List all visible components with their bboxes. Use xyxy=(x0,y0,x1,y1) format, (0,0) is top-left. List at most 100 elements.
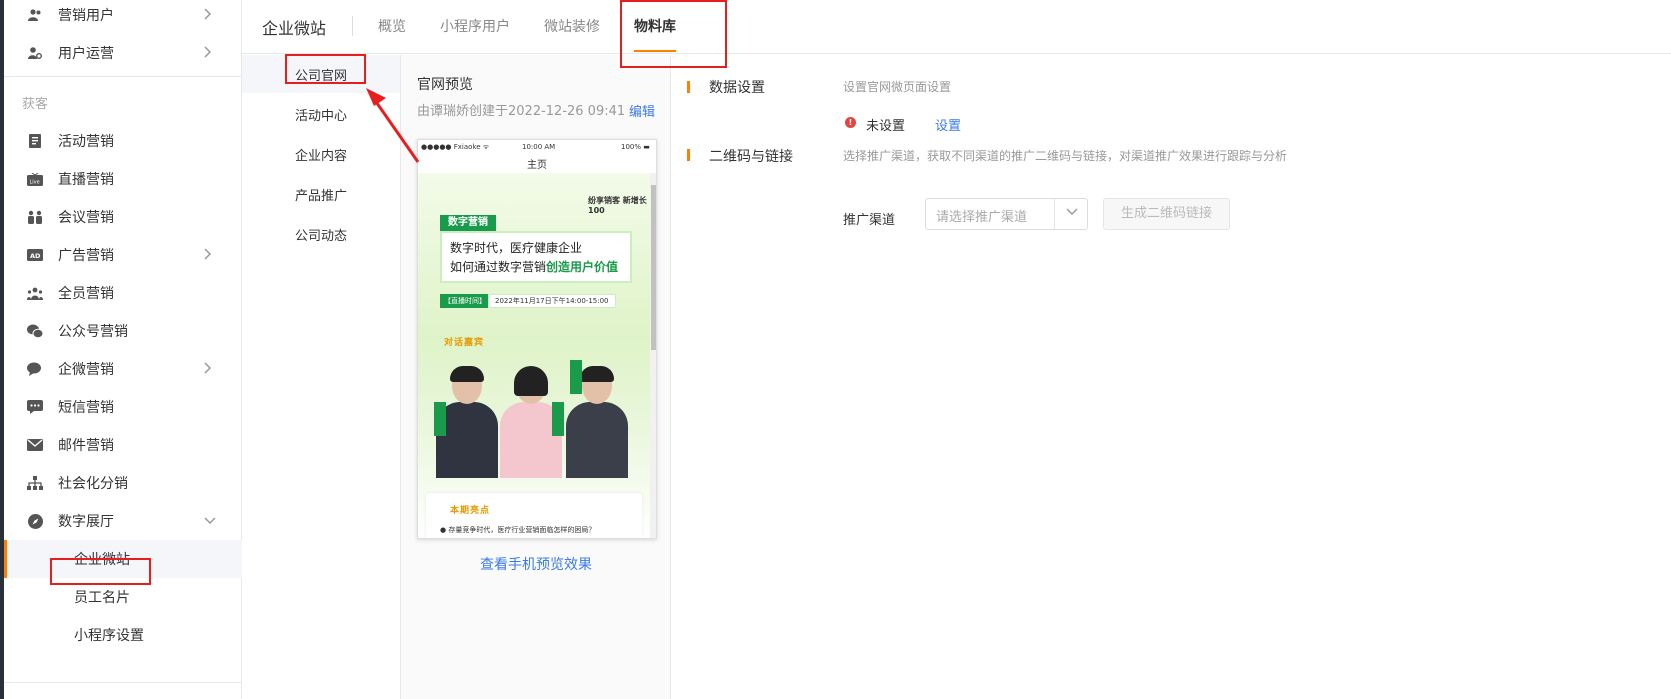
poster-headline: 数字时代，医疗健康企业 如何通过数字营销创造用户价值 xyxy=(440,231,632,283)
preview-title: 官网预览 xyxy=(417,77,473,93)
sidebar-item-label: 数字展厅 xyxy=(58,514,114,530)
guest-tag xyxy=(552,402,564,436)
select-divider xyxy=(1054,199,1055,229)
preview-panel: 官网预览 由谭瑞娇创建于2022-12-26 09:41 编辑 ●●●●● Fx… xyxy=(401,55,671,699)
svg-text:Live: Live xyxy=(30,179,40,185)
team-icon xyxy=(26,284,44,302)
guest-portrait xyxy=(566,360,628,478)
phone-status-bar: ●●●●● Fxiaoke ᯤ 10:00 AM 100% ▬ xyxy=(418,140,656,154)
status-time: 10:00 AM xyxy=(522,143,556,151)
headline-highlight: 创造用户价值 xyxy=(546,260,619,274)
live-tv-icon: Live xyxy=(26,170,44,188)
sidebar-item-distribution[interactable]: 社会化分销 xyxy=(4,464,242,502)
sidebar-item-wecom[interactable]: 企微营销 xyxy=(4,350,242,388)
sidebar-item-label: 会议营销 xyxy=(58,210,114,226)
tab-miniprogram-users[interactable]: 小程序用户 xyxy=(440,16,510,36)
sidebar-item-marketing-users[interactable]: 营销用户 xyxy=(4,0,242,34)
chevron-right-icon xyxy=(204,45,212,61)
preview-meta: 由谭瑞娇创建于2022-12-26 09:41 xyxy=(417,104,626,119)
status-text: 未设置 xyxy=(866,119,906,134)
highlights-card: 本期亮点 ● 存量竞争时代，医疗行业营销面临怎样的困局？ xyxy=(426,493,642,538)
live-time-text: 2022年11月17日下午14:00-15:00 xyxy=(488,294,616,308)
user-gear-icon xyxy=(26,44,44,62)
sms-icon xyxy=(26,398,44,416)
chevron-right-icon xyxy=(204,361,212,377)
sidebar-sub-item-miniprogram[interactable]: 小程序设置 xyxy=(4,616,242,654)
sidebar-item-digital-hall[interactable]: 数字展厅 xyxy=(4,502,242,540)
sidebar-item-label: 短信营销 xyxy=(58,400,114,416)
users-icon xyxy=(26,6,44,24)
guest-hair xyxy=(580,366,614,382)
poster-badge: 数字营销 xyxy=(440,215,496,231)
sidebar-item-label: 广告营销 xyxy=(58,248,114,264)
sidebar-item-user-ops[interactable]: 用户运营 xyxy=(4,34,242,72)
phone-preview[interactable]: ●●●●● Fxiaoke ᯤ 10:00 AM 100% ▬ 主页 纷享销客 … xyxy=(417,139,657,539)
tab-site-decoration[interactable]: 微站装修 xyxy=(544,16,600,36)
qr-section-desc: 选择推广渠道，获取不同渠道的推广二维码与链接，对渠道推广效果进行跟踪与分析 xyxy=(843,149,1288,163)
channel-placeholder: 请选择推广渠道 xyxy=(936,210,1028,225)
qr-section-title: 二维码与链接 xyxy=(709,149,793,165)
sidebar-item-label: 活动营销 xyxy=(58,134,114,150)
guests-title: 对话嘉宾 xyxy=(444,338,485,348)
highlight-box-micro-site xyxy=(50,558,151,585)
channel-select[interactable]: 请选择推广渠道 xyxy=(925,198,1088,230)
status-carrier: ●●●●● Fxiaoke ᯤ xyxy=(421,143,490,151)
guest-tag xyxy=(434,402,446,436)
sidebar-item-live[interactable]: Live 直播营销 xyxy=(4,160,242,198)
headline-prefix: 如何通过数字营销 xyxy=(450,260,547,274)
highlights-title: 本期亮点 xyxy=(450,506,491,516)
sidebar-sub-item-label: 小程序设置 xyxy=(74,628,144,644)
highlights-item: ● 存量竞争时代，医疗行业营销面临怎样的困局？ xyxy=(440,526,596,534)
chevron-down-icon xyxy=(204,514,216,528)
sidebar-divider xyxy=(4,76,242,77)
org-tree-icon xyxy=(26,474,44,492)
chevron-down-icon xyxy=(1066,205,1078,219)
sidebar-item-activity[interactable]: 活动营销 xyxy=(4,122,242,160)
section-marker xyxy=(687,149,690,161)
sidebar-item-ads[interactable]: AD 广告营销 xyxy=(4,236,242,274)
sidebar-item-official-account[interactable]: 公众号营销 xyxy=(4,312,242,350)
wechat-icon xyxy=(26,322,44,340)
tab-overview[interactable]: 概览 xyxy=(378,16,406,36)
submenu-item-enterprise-content[interactable]: 企业内容 xyxy=(242,135,400,173)
guest-hair xyxy=(450,366,484,382)
channel-label: 推广渠道 xyxy=(843,213,896,228)
set-link[interactable]: 设置 xyxy=(935,115,961,134)
guest-portrait xyxy=(434,366,498,478)
sidebar-item-sms[interactable]: 短信营销 xyxy=(4,388,242,426)
page-title: 企业微站 xyxy=(262,19,327,38)
settings-panel: 数据设置 设置官网微页面设置 ! 未设置 设置 二维码与链接 选择推广渠道，获取… xyxy=(671,55,1671,699)
sidebar-item-meeting[interactable]: 会议营销 xyxy=(4,198,242,236)
chevron-right-icon xyxy=(204,7,212,23)
sidebar-item-email[interactable]: 邮件营销 xyxy=(4,426,242,464)
mail-icon xyxy=(26,436,44,454)
sidebar-divider xyxy=(4,682,242,683)
sidebar-item-all-staff[interactable]: 全员营销 xyxy=(4,274,242,312)
submenu-item-company-news[interactable]: 公司动态 xyxy=(242,215,400,253)
scrollbar-thumb[interactable] xyxy=(651,185,656,350)
sidebar-item-label: 直播营销 xyxy=(58,172,114,188)
title-separator xyxy=(352,16,353,36)
phone-page-title: 主页 xyxy=(527,160,547,171)
svg-text:AD: AD xyxy=(30,252,41,260)
chat-icon xyxy=(26,360,44,378)
sidebar-item-label: 邮件营销 xyxy=(58,438,114,454)
edit-link[interactable]: 编辑 xyxy=(629,101,655,120)
submenu-item-activity-center[interactable]: 活动中心 xyxy=(242,95,400,133)
compass-icon xyxy=(26,512,44,530)
headline-line2: 如何通过数字营销创造用户价值 xyxy=(450,258,622,277)
generate-qr-button[interactable]: 生成二维码链接 xyxy=(1103,198,1230,230)
guest-tag xyxy=(570,360,582,394)
material-submenu: 公司官网 活动中心 企业内容 产品推广 公司动态 xyxy=(242,55,401,699)
highlights-item-text: 存量竞争时代，医疗行业营销面临怎样的困局？ xyxy=(448,526,596,534)
phone-preview-link[interactable]: 查看手机预览效果 xyxy=(401,554,671,574)
guest-portrait xyxy=(500,366,564,478)
submenu-item-product-promotion[interactable]: 产品推广 xyxy=(242,175,400,213)
phone-scrollbar[interactable] xyxy=(650,173,656,538)
document-icon xyxy=(26,132,44,150)
data-settings-title: 数据设置 xyxy=(709,80,765,96)
ad-icon: AD xyxy=(26,246,44,264)
data-settings-desc: 设置官网微页面设置 xyxy=(843,80,952,94)
section-marker xyxy=(687,81,690,93)
sidebar-item-label: 营销用户 xyxy=(58,8,114,24)
